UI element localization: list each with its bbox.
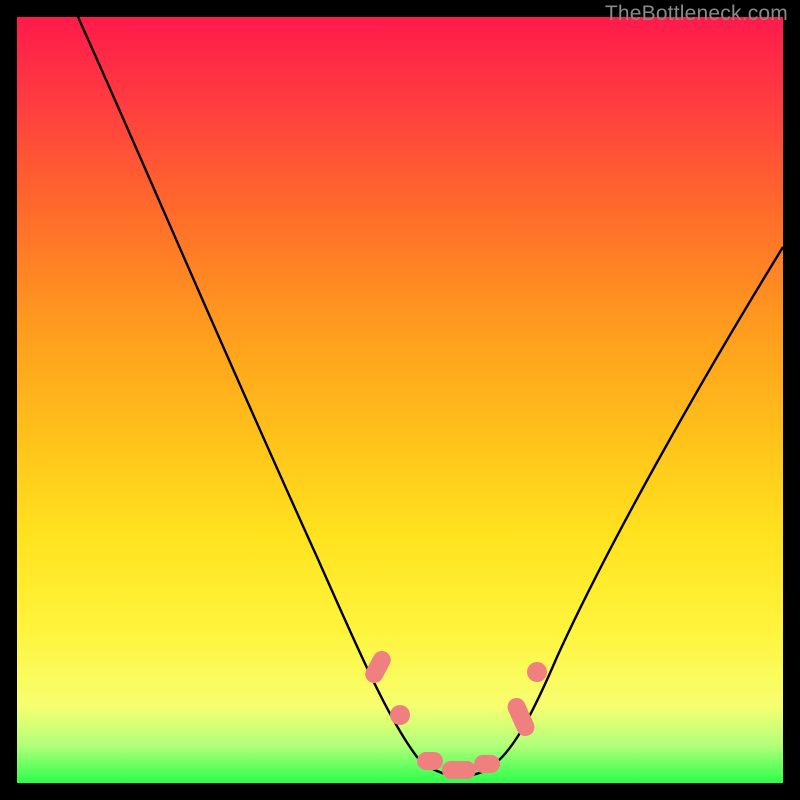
valley-left-marker <box>417 752 443 770</box>
left-lower-marker <box>390 705 410 725</box>
right-lower-marker <box>505 695 538 739</box>
bottleneck-curve <box>78 17 783 776</box>
chart-area <box>17 17 783 783</box>
valley-right-marker <box>474 755 500 773</box>
bottleneck-chart-svg <box>17 17 783 783</box>
valley-center-marker <box>442 761 476 779</box>
watermark-text: TheBottleneck.com <box>605 2 788 26</box>
right-upper-marker <box>527 662 547 682</box>
